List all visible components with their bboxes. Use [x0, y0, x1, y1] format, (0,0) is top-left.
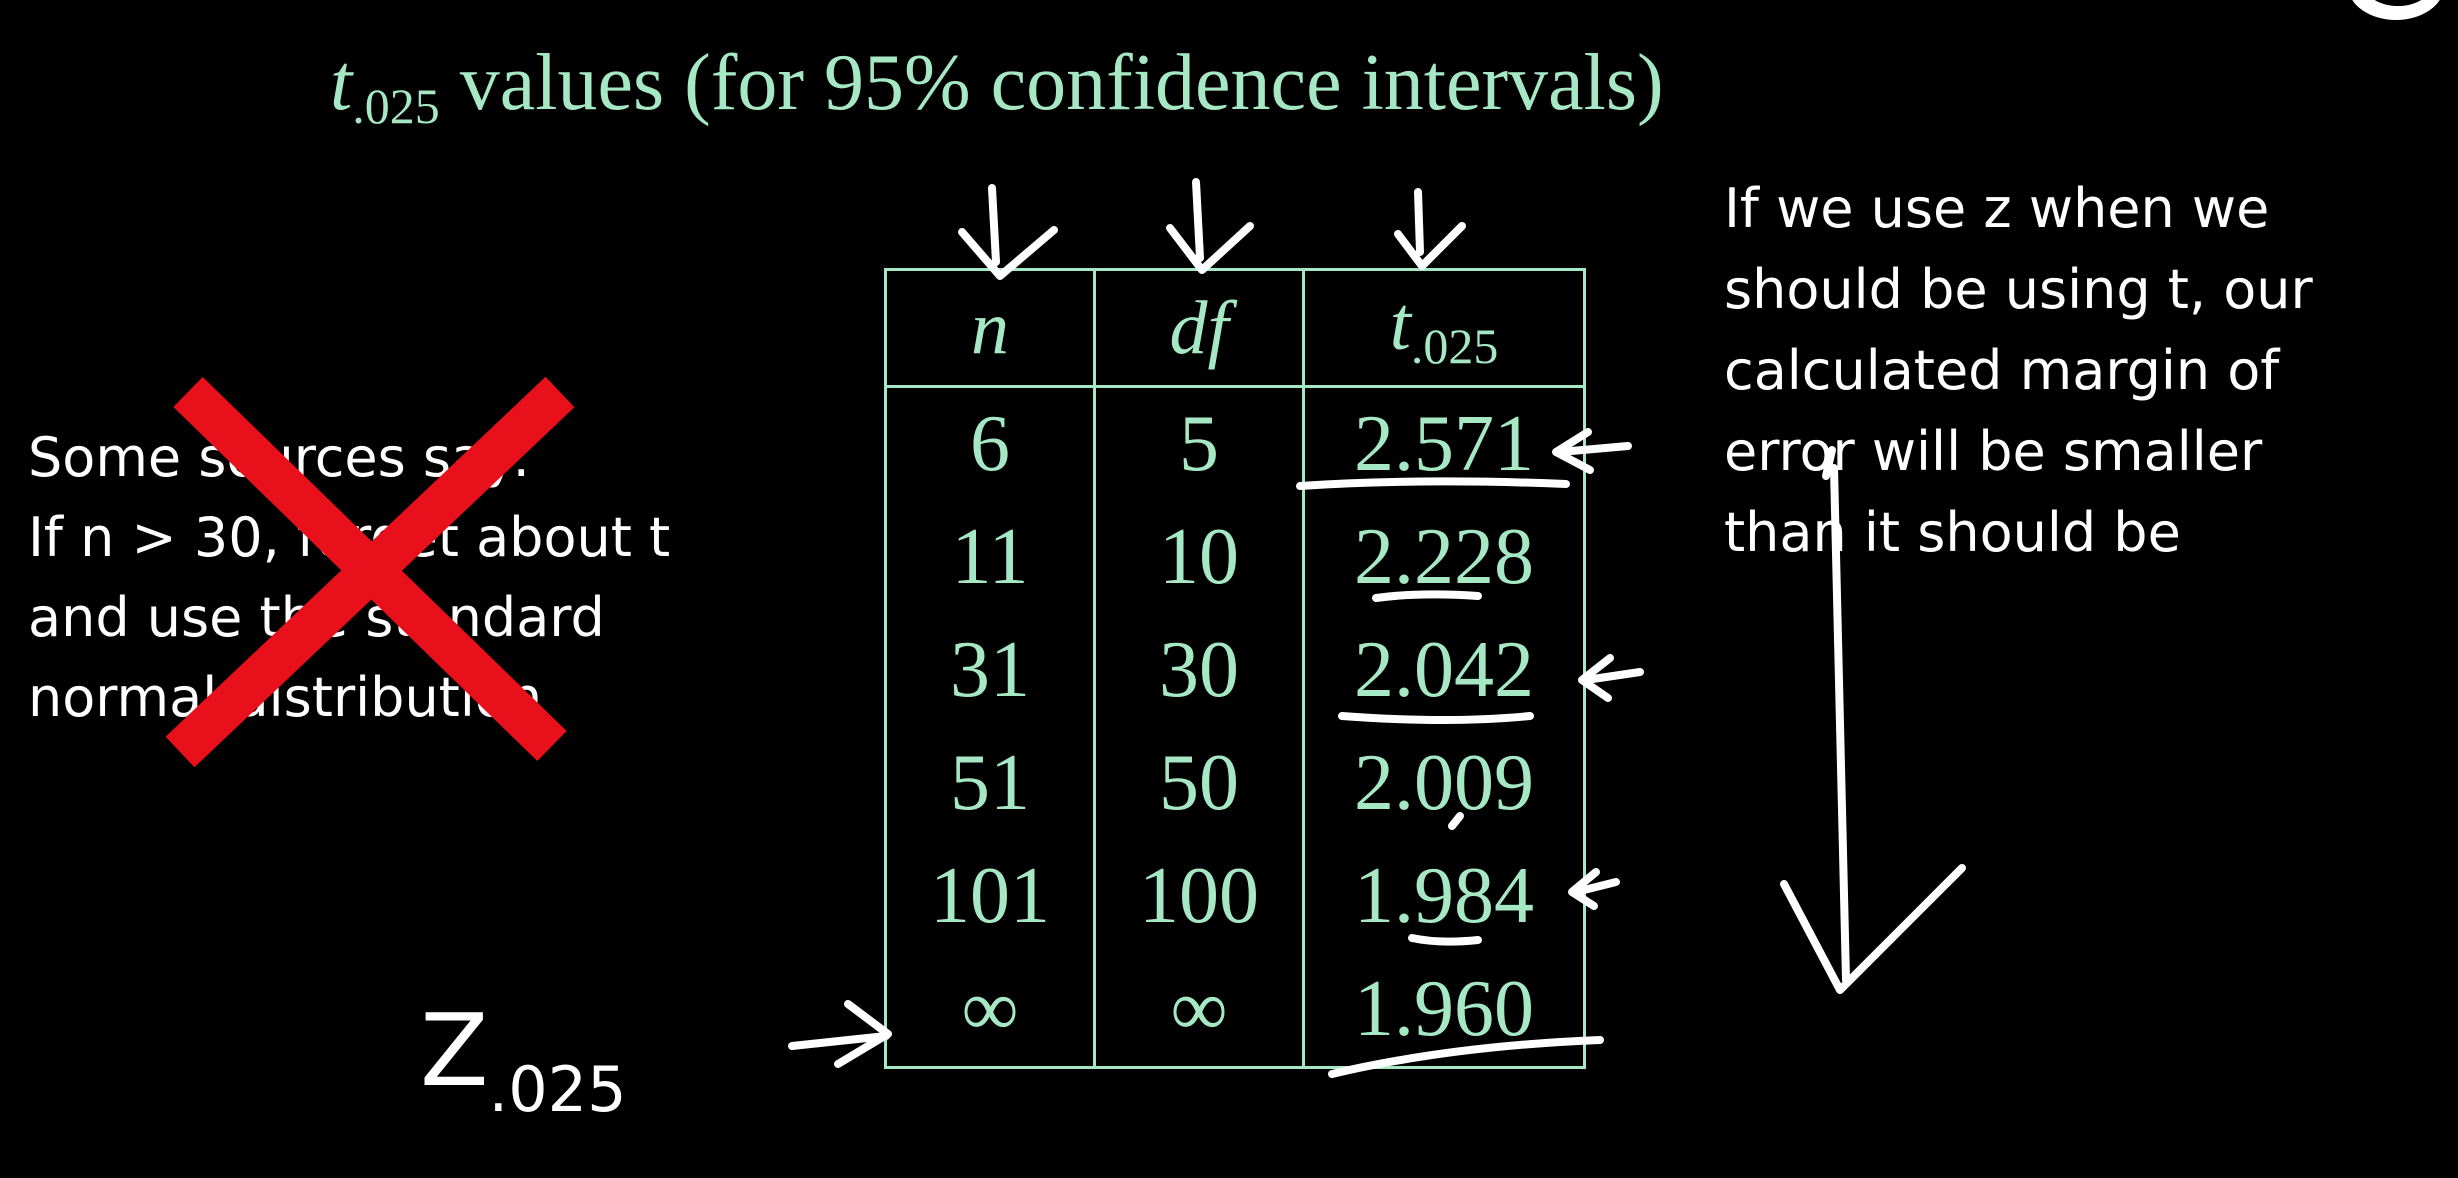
- pointer-arrow-icon: [788, 1000, 892, 1068]
- pointer-arrow-icon: [1552, 428, 1632, 474]
- pointer-arrow-icon: [1578, 654, 1644, 702]
- badge-logo: B: [2352, 0, 2440, 20]
- pointer-arrow-icon: [1568, 868, 1620, 910]
- down-arrow-icon: [1780, 464, 1966, 994]
- pointer-arrow-icon: [958, 184, 1058, 280]
- cross-out-mark: [165, 376, 575, 768]
- handwritten-annotations: [165, 178, 1966, 1078]
- pointer-arrow-icon: [1166, 178, 1254, 274]
- slide: t.025 values (for 95% confidence interva…: [0, 0, 2458, 1178]
- pointer-arrow-icon: [1394, 188, 1466, 270]
- badge-letter: B: [2388, 0, 2408, 1]
